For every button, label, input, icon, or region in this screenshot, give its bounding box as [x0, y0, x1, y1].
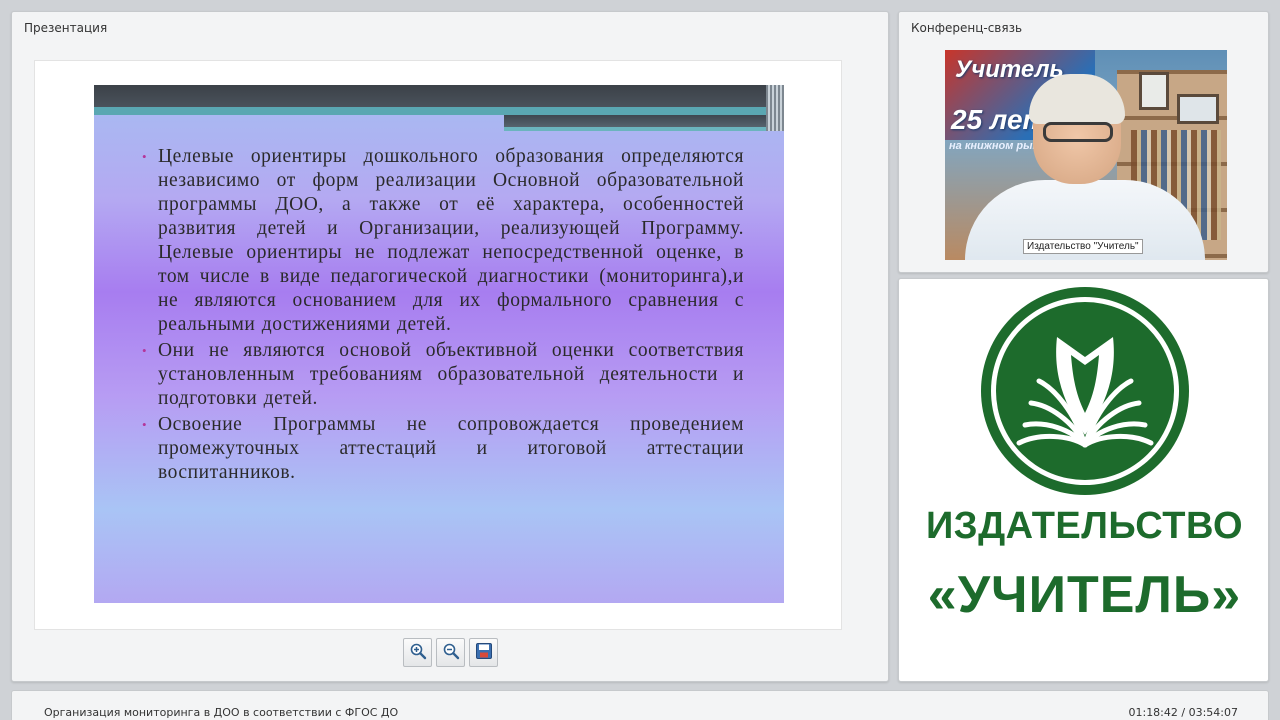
- bullet-marker: •: [142, 343, 147, 358]
- webinar-title: Организация мониторинга в ДОО в соответс…: [44, 706, 399, 719]
- save-icon: [475, 642, 493, 664]
- zoom-in-button[interactable]: [403, 638, 432, 667]
- bullet-text: Целевые ориентиры дошкольного образовани…: [158, 146, 744, 335]
- slide-zoom-toolbar: [403, 638, 498, 667]
- slide-bullet: • Освоение Программы не сопровождается п…: [142, 413, 744, 485]
- video-stream[interactable]: Учитель 25 лет на книжном рынке России И…: [945, 50, 1227, 260]
- zoom-out-button[interactable]: [436, 638, 465, 667]
- presentation-panel: Презентация • Целевые ориентиры дошкольн…: [11, 11, 889, 682]
- publisher-logo-icon: [981, 287, 1189, 495]
- conference-panel-title: Конференц-связь: [911, 21, 1023, 35]
- publisher-name: «УЧИТЕЛЬ»: [927, 566, 1242, 624]
- slide-header-notch: [504, 115, 784, 131]
- conference-panel: Конференц-связь Учитель 25 лет на книжно…: [898, 11, 1269, 273]
- speaker-glasses: [1043, 122, 1113, 142]
- presentation-panel-title: Презентация: [24, 21, 108, 35]
- bullet-marker: •: [142, 417, 147, 432]
- slide-header-pattern: [766, 85, 784, 131]
- bullet-text: Они не являются основой объективной оцен…: [158, 340, 744, 409]
- video-picture-frame: [1177, 94, 1219, 124]
- slide-bullet: • Они не являются основой объективной оц…: [142, 339, 744, 411]
- zoom-in-icon: [409, 642, 427, 664]
- zoom-out-icon: [442, 642, 460, 664]
- slide-header-bar: [94, 85, 784, 107]
- bullet-marker: •: [142, 149, 147, 164]
- video-picture-frame: [1139, 72, 1169, 110]
- slide-viewport: • Целевые ориентиры дошкольного образова…: [34, 60, 842, 630]
- publisher-label: ИЗДАТЕЛЬСТВО: [925, 505, 1244, 547]
- publisher-logo-panel: ИЗДАТЕЛЬСТВО «УЧИТЕЛЬ»: [898, 278, 1269, 682]
- status-bar: Организация мониторинга в ДОО в соответс…: [11, 690, 1269, 720]
- participant-name-label: Издательство "Учитель": [1023, 239, 1143, 254]
- slide-body: • Целевые ориентиры дошкольного образова…: [142, 145, 744, 487]
- save-button[interactable]: [469, 638, 498, 667]
- slide-bullet: • Целевые ориентиры дошкольного образова…: [142, 145, 744, 337]
- slide-accent-stripe: [94, 107, 784, 115]
- playback-time: 01:18:42 / 03:54:07: [1128, 706, 1238, 719]
- slide: • Целевые ориентиры дошкольного образова…: [94, 85, 784, 603]
- bullet-text: Освоение Программы не сопровождается про…: [158, 414, 744, 483]
